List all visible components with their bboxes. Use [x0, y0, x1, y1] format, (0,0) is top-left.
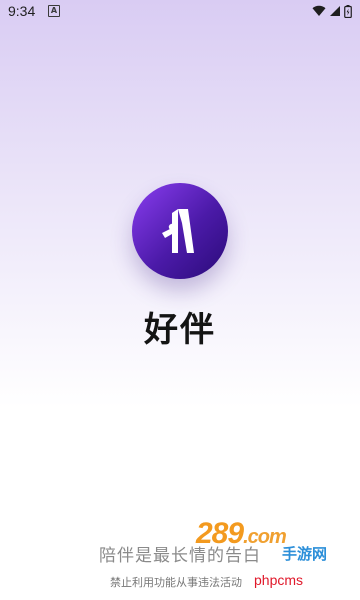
status-icons	[312, 4, 352, 18]
status-bar: 9:34 A	[0, 0, 360, 24]
app-logo-icon	[132, 183, 228, 279]
battery-icon	[344, 4, 352, 18]
watermark-site-name: 手游网	[282, 545, 328, 563]
signal-icon	[329, 5, 341, 17]
notification-app-icon: A	[48, 5, 60, 17]
watermark-site-number: 289	[196, 517, 244, 550]
wifi-icon	[312, 5, 326, 17]
app-name: 好伴	[144, 310, 216, 350]
status-time: 9:34	[8, 3, 36, 19]
watermark-site-logo: 289.com	[196, 517, 287, 551]
watermark-tag: phpcms	[254, 572, 304, 588]
app-logo	[132, 183, 228, 279]
watermark-site-suffix: .com	[243, 526, 287, 548]
legal-notice: 禁止利用功能从事违法活动	[110, 576, 242, 589]
